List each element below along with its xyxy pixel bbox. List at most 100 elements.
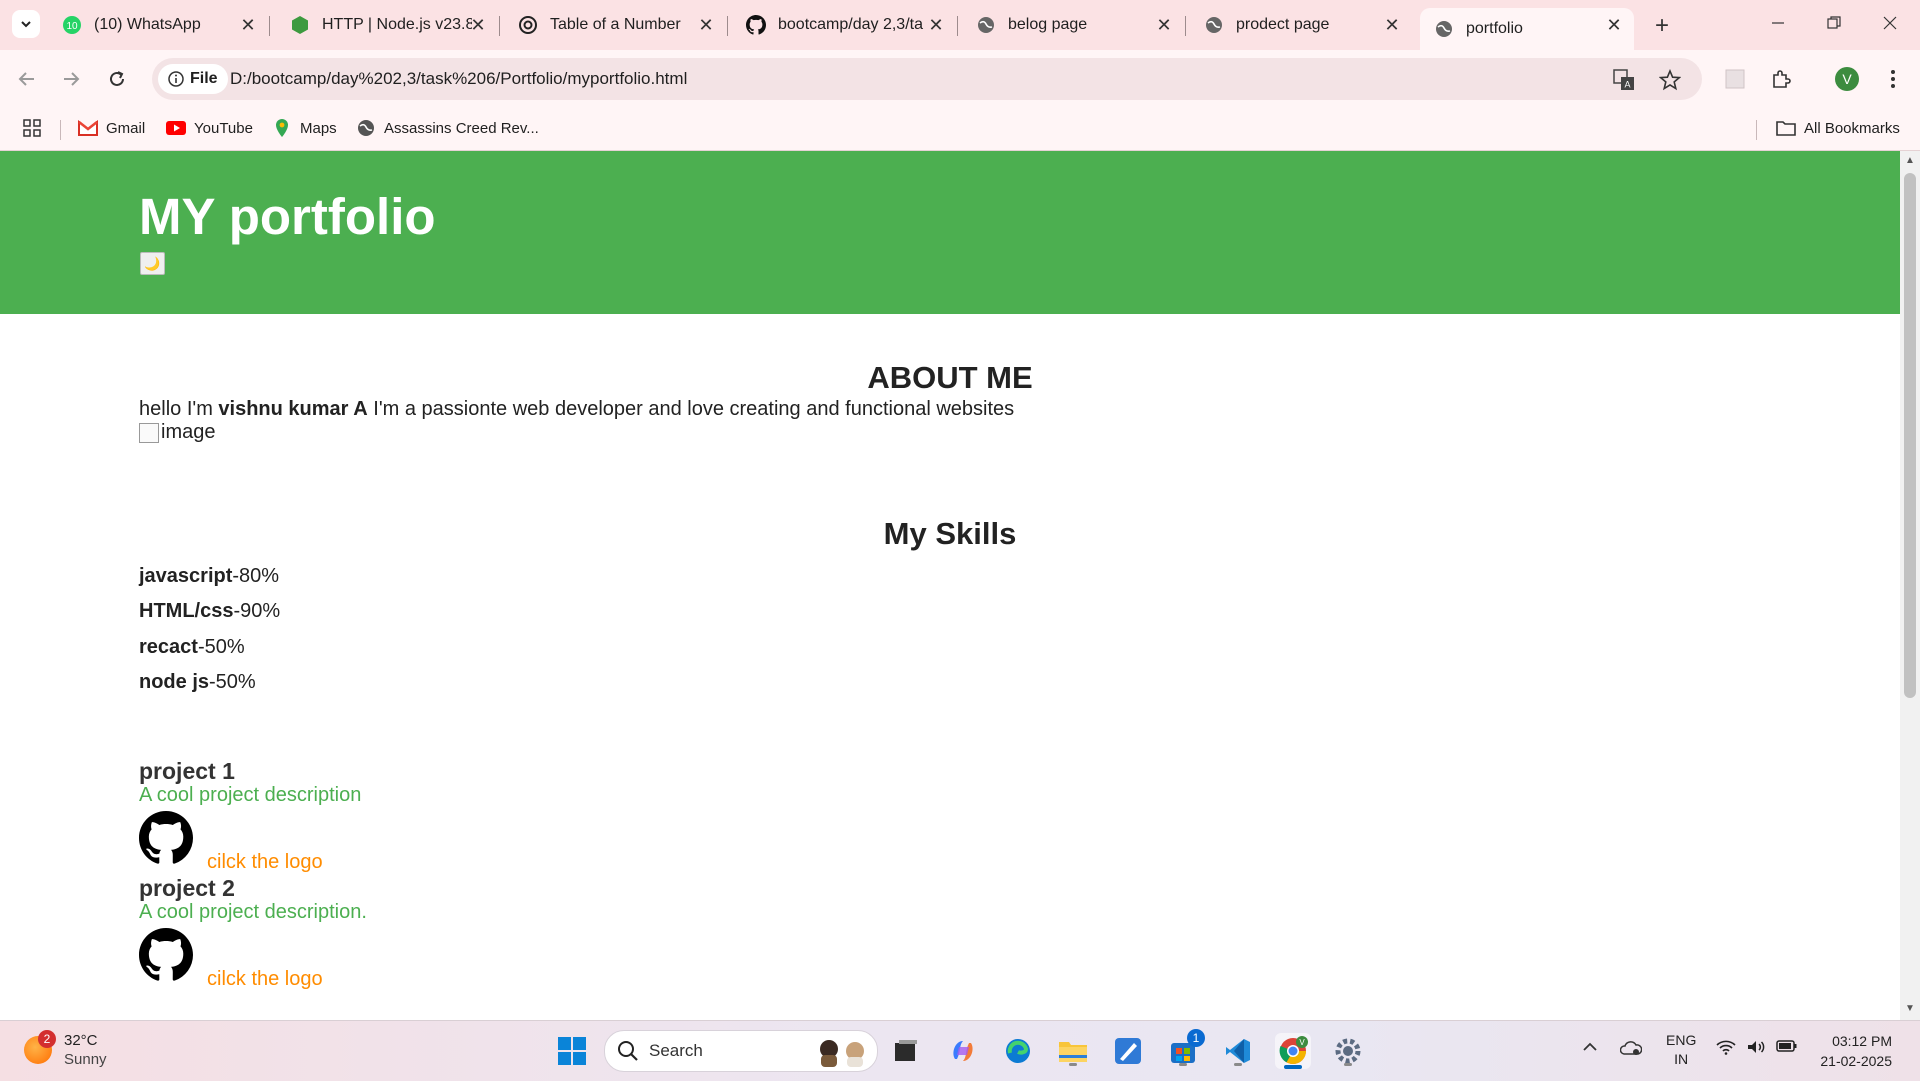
moon-icon: 🌙: [144, 255, 161, 271]
bookmark-assassins-creed[interactable]: Assassins Creed Rev...: [356, 116, 539, 140]
chrome-button[interactable]: V: [1275, 1033, 1311, 1069]
tab-github[interactable]: bootcamp/day 2,3/ta ✕: [732, 8, 958, 42]
theme-toggle-button[interactable]: 🌙: [140, 252, 165, 275]
menu-kebab-icon[interactable]: [1878, 64, 1908, 94]
drawing-app-icon: [1115, 1038, 1141, 1064]
scrollbar-thumb[interactable]: [1904, 173, 1916, 698]
show-hidden-icons-button[interactable]: [1582, 1039, 1598, 1058]
close-window-button[interactable]: [1870, 8, 1910, 38]
tab-prodect-page[interactable]: prodect page ✕: [1190, 8, 1412, 42]
profile-avatar[interactable]: V: [1832, 64, 1862, 94]
tab-search-button[interactable]: [12, 10, 40, 38]
sketch-app-button[interactable]: [1110, 1033, 1146, 1069]
site-header: MY portfolio 🌙: [0, 151, 1900, 314]
project-link[interactable]: cilck the logo: [207, 851, 323, 874]
task-view-icon: [895, 1040, 917, 1061]
page-title: MY portfolio: [139, 188, 436, 245]
project-link[interactable]: cilck the logo: [207, 968, 323, 991]
broken-image-icon: [139, 422, 159, 443]
bookmark-label: Maps: [300, 119, 337, 137]
github-logo-icon[interactable]: [139, 811, 193, 865]
taskbar-clock[interactable]: 03:12 PM 21-02-2025: [1812, 1031, 1892, 1071]
bookmark-gmail[interactable]: Gmail: [78, 116, 145, 140]
bookmark-divider: [1756, 120, 1757, 140]
github-logo-icon[interactable]: [139, 928, 193, 982]
svg-text:A: A: [1624, 80, 1630, 90]
store-button[interactable]: 1: [1165, 1029, 1205, 1069]
intro-prefix: hello I'm: [139, 398, 219, 420]
forward-button[interactable]: [56, 64, 86, 94]
settings-button[interactable]: [1330, 1033, 1366, 1069]
volume-icon[interactable]: [1746, 1039, 1766, 1058]
windows-logo-icon: [558, 1037, 586, 1065]
battery-icon[interactable]: [1776, 1039, 1798, 1056]
tab-whatsapp[interactable]: 10 (10) WhatsApp ✕: [48, 8, 270, 42]
notification-badge: 1: [1187, 1029, 1205, 1047]
running-indicator: [1344, 1063, 1352, 1066]
active-indicator: [1284, 1065, 1302, 1069]
svg-text:V: V: [1299, 1038, 1305, 1047]
onedrive-icon[interactable]: [1619, 1039, 1643, 1060]
tab-belog-page[interactable]: belog page ✕: [962, 8, 1186, 42]
project-title: project 2: [139, 875, 235, 901]
bookmark-maps[interactable]: Maps: [272, 116, 337, 140]
extension-placeholder-icon[interactable]: [1720, 64, 1750, 94]
all-bookmarks-button[interactable]: All Bookmarks: [1776, 116, 1900, 140]
page-scrollbar[interactable]: ▲ ▼: [1900, 151, 1920, 1020]
skill-item: recact-50%: [139, 636, 245, 659]
tab-table-of-number[interactable]: Table of a Number ✕: [504, 8, 728, 42]
taskbar-search-box[interactable]: Search: [604, 1030, 878, 1072]
bookmark-divider: [60, 120, 61, 140]
scroll-up-arrow-icon[interactable]: ▲: [1905, 155, 1915, 166]
weather-widget[interactable]: 2 32°C Sunny: [24, 1030, 107, 1069]
apps-grid-icon[interactable]: [22, 116, 42, 140]
close-icon: [1883, 16, 1897, 30]
notification-badge: 2: [38, 1030, 56, 1048]
translate-icon[interactable]: A: [1612, 68, 1636, 92]
close-tab-icon[interactable]: ✕: [926, 15, 946, 35]
task-view-button[interactable]: [888, 1033, 924, 1069]
vscode-button[interactable]: [1220, 1033, 1256, 1069]
tab-title: (10) WhatsApp: [94, 16, 201, 33]
tab-title: belog page: [1008, 16, 1088, 33]
bookmark-youtube[interactable]: YouTube: [166, 116, 253, 140]
back-button[interactable]: [12, 64, 42, 94]
close-tab-icon[interactable]: ✕: [468, 15, 488, 35]
scroll-down-arrow-icon[interactable]: ▼: [1905, 1003, 1915, 1014]
site-info-chip[interactable]: File: [158, 64, 228, 94]
restore-button[interactable]: [1814, 8, 1854, 38]
url-text[interactable]: D:/bootcamp/day%202,3/task%206/Portfolio…: [230, 69, 687, 89]
running-indicator: [1179, 1063, 1187, 1066]
folder-icon: [1059, 1042, 1087, 1062]
close-tab-icon[interactable]: ✕: [696, 15, 716, 35]
globe-icon: [356, 118, 376, 138]
whatsapp-icon: 10: [62, 15, 82, 35]
file-explorer-button[interactable]: [1055, 1033, 1091, 1069]
bookmark-label: All Bookmarks: [1804, 119, 1900, 137]
bookmark-label: YouTube: [194, 119, 253, 137]
tab-title: bootcamp/day 2,3/ta: [778, 16, 923, 33]
language-indicator[interactable]: ENG IN: [1666, 1031, 1696, 1069]
tab-portfolio[interactable]: portfolio ✕: [1420, 8, 1634, 50]
close-tab-icon[interactable]: ✕: [1154, 15, 1174, 35]
vscode-icon: [1226, 1039, 1250, 1063]
tab-nodejs[interactable]: HTTP | Node.js v23.8 ✕: [276, 8, 500, 42]
new-tab-button[interactable]: +: [1648, 12, 1676, 40]
wifi-icon[interactable]: [1716, 1039, 1736, 1058]
skill-value: -80%: [232, 565, 280, 587]
edge-button[interactable]: [1000, 1033, 1036, 1069]
minimize-button[interactable]: [1758, 8, 1798, 38]
bookmark-label: Assassins Creed Rev...: [384, 119, 539, 137]
minimize-icon: [1772, 22, 1784, 24]
start-button[interactable]: [554, 1033, 590, 1069]
close-tab-icon[interactable]: ✕: [1382, 15, 1402, 35]
close-tab-icon[interactable]: ✕: [1604, 15, 1624, 35]
extensions-puzzle-icon[interactable]: [1766, 64, 1796, 94]
copilot-button[interactable]: [945, 1033, 981, 1069]
address-bar[interactable]: File D:/bootcamp/day%202,3/task%206/Port…: [152, 58, 1702, 100]
star-icon[interactable]: [1658, 68, 1682, 92]
reload-button[interactable]: [102, 64, 132, 94]
close-tab-icon[interactable]: ✕: [238, 15, 258, 35]
running-indicator: [1234, 1063, 1242, 1066]
clock-date: 21-02-2025: [1820, 1053, 1892, 1069]
